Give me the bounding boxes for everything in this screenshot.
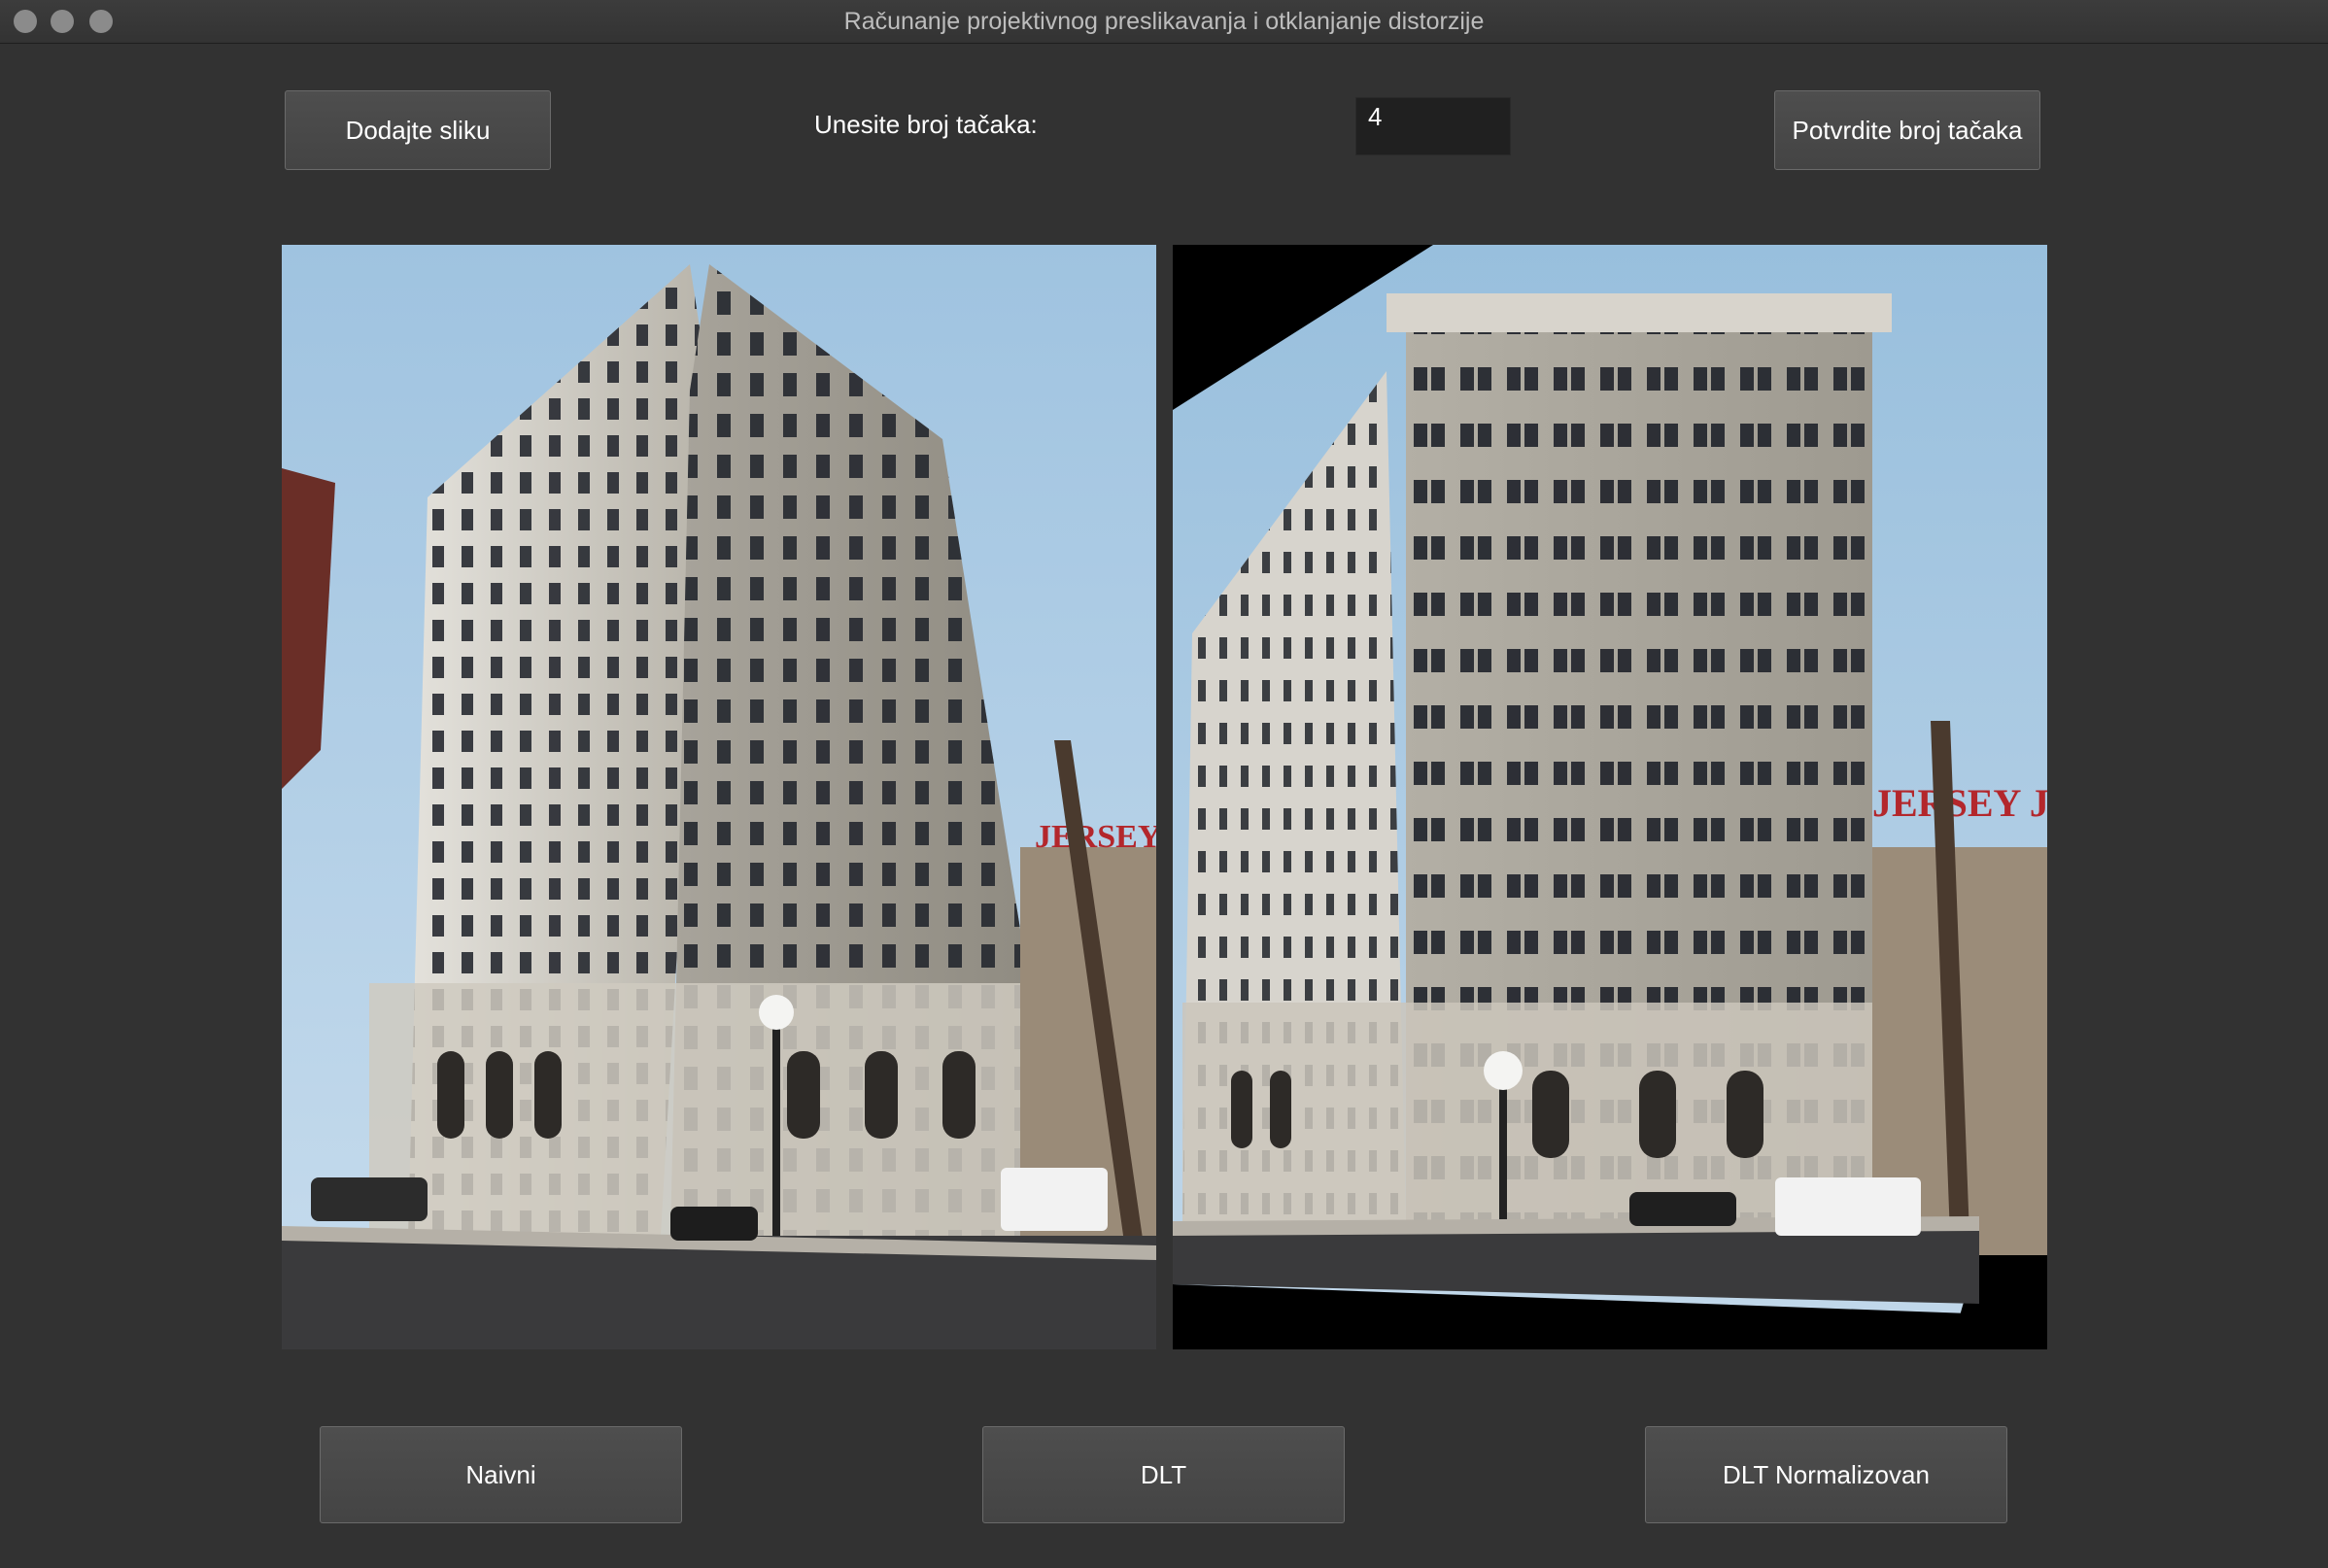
original-image-canvas: JERSEY JOUR bbox=[282, 245, 1156, 1349]
naive-method-button[interactable]: Naivni bbox=[320, 1426, 682, 1523]
corrected-image-canvas: JERSEY JOUR bbox=[1173, 245, 2047, 1349]
add-image-button[interactable]: Dodajte sliku bbox=[285, 90, 551, 170]
confirm-points-button[interactable]: Potvrdite broj tačaka bbox=[1774, 90, 2040, 170]
title-bar: Računanje projektivnog preslikavanja i o… bbox=[0, 0, 2328, 44]
original-sign-text: JERSEY JOUR bbox=[1035, 819, 1156, 855]
original-image[interactable]: JERSEY JOUR bbox=[282, 245, 1156, 1349]
points-count-label: Unesite broj tačaka: bbox=[814, 110, 1038, 139]
corrected-sign-text: JERSEY JOUR bbox=[1872, 781, 2047, 825]
dlt-normalized-method-button[interactable]: DLT Normalizovan bbox=[1645, 1426, 2007, 1523]
points-count-input[interactable] bbox=[1355, 97, 1511, 155]
corrected-image[interactable]: JERSEY JOUR bbox=[1173, 245, 2047, 1349]
dlt-method-button[interactable]: DLT bbox=[982, 1426, 1345, 1523]
window-title: Računanje projektivnog preslikavanja i o… bbox=[843, 8, 1485, 35]
